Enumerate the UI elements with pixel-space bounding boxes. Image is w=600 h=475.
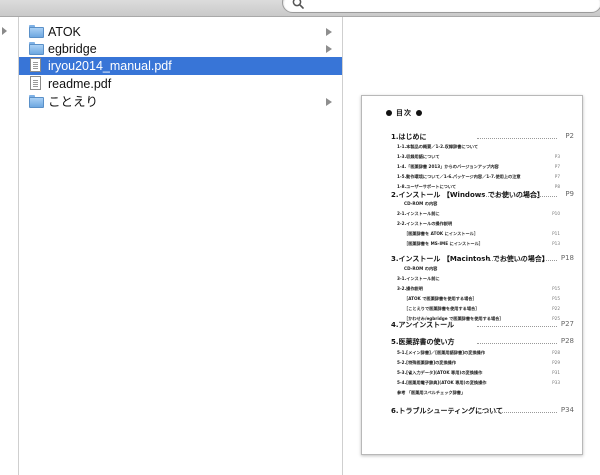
toc-leader <box>477 343 557 344</box>
document-icon <box>30 58 41 72</box>
toc-subsection-page: P11 <box>552 231 560 236</box>
toc-subsection: CD-ROM の内容 <box>404 266 438 271</box>
toc-subsection: 3-2.操作説明 <box>397 286 423 291</box>
toc-subsection: 5-3.[省入力データ](ATOK 専用)の変換操作 <box>397 370 483 375</box>
toc-subsection-page: P22 <box>552 306 560 311</box>
toolbar <box>0 0 600 17</box>
toc-subsection: 5-4.[医薬用電子辞典](ATOK 専用)の変換操作 <box>397 380 487 385</box>
toc-subsection: 1-1.本製品の概要／1-2.収録辞書について <box>397 144 479 149</box>
toc-subsection: 1-4.「医薬辞書 2013」からのバージョンアップ内容 <box>397 164 499 169</box>
preview-pane: 目次 1.はじめに P2 1-1.本製品の概要／1-2.収録辞書について 1-3.収録用… <box>343 17 600 475</box>
toc-section: 5.医薬辞書の使い方 <box>391 338 455 346</box>
document-icon <box>30 76 41 90</box>
toc-leader <box>477 260 557 261</box>
toc-section-page: P28 <box>560 337 574 345</box>
toc-subsection: 5-1.[メイン辞書]／[医薬用語辞書]の変換操作 <box>397 350 486 355</box>
toc-section-page: P34 <box>560 406 574 414</box>
toc-subsection: ［医薬辞書を MS-IME にインストール］ <box>404 241 483 246</box>
toc-subsection: 1-3.収録用語について <box>397 154 440 159</box>
toc-subsection-page: P31 <box>552 370 560 375</box>
toc-title-text: 目次 <box>396 109 412 117</box>
toc-subsection-page: P3 <box>554 154 560 159</box>
file-row[interactable]: readme.pdf <box>19 75 342 93</box>
toc-subsection-page: P15 <box>552 296 560 301</box>
toc-section: 6.トラブルシューティングについて <box>391 407 503 415</box>
search-icon <box>292 0 304 9</box>
toc-subsection-page: P29 <box>552 360 560 365</box>
toc-section: 1.はじめに <box>391 133 427 141</box>
toc-subsection: 3-1.インストール前に <box>397 276 440 281</box>
toc-section-page: P9 <box>565 190 574 198</box>
file-name: readme.pdf <box>48 77 112 91</box>
toc-leader <box>477 412 557 413</box>
bullet-icon <box>416 110 422 116</box>
toc-subsection: 参考 「医薬用スペルチェック辞書」 <box>397 390 466 395</box>
bullet-icon <box>386 110 392 116</box>
toc-subsection-page: P7 <box>554 164 560 169</box>
file-name: ATOK <box>48 25 81 39</box>
search-field[interactable] <box>282 0 600 13</box>
toc-subsection-page: P8 <box>554 184 560 189</box>
file-row[interactable]: ATOK <box>19 23 342 41</box>
file-row[interactable]: egbridge <box>19 40 342 58</box>
toc-subsection-page: P10 <box>552 211 560 216</box>
toc-subsection: ［ことえりで医薬辞書を使用する場合］ <box>404 306 480 311</box>
toc-subsection: 2-1.インストール前に <box>397 211 440 216</box>
toc-leader <box>477 196 557 197</box>
file-list-column[interactable]: ATOK egbridge iryou2014_manual.pdf readme.p… <box>19 17 343 475</box>
toc-leader <box>477 326 557 327</box>
chevron-right-icon <box>326 28 332 36</box>
toc-section-page: P18 <box>560 254 574 262</box>
toc-leader <box>477 138 557 139</box>
toc-subsection-page: P15 <box>552 286 560 291</box>
toc-subsection-page: P13 <box>552 241 560 246</box>
toc-subsection-page: P28 <box>552 350 560 355</box>
toc-section: 2.インストール 【Windows でお使いの場合】 <box>391 191 544 199</box>
toc-subsection: 1-5.動作環境について／1-6.パッケージ内容／1-7.使用上の注意 <box>397 174 521 179</box>
toc-subsection-page: P7 <box>554 174 560 179</box>
file-row[interactable]: ことえり <box>19 93 342 111</box>
file-name: egbridge <box>48 42 97 56</box>
toc-section-page: P27 <box>560 320 574 328</box>
file-name: ことえり <box>48 95 99 109</box>
toc-subsection: CD-ROM の内容 <box>404 201 438 206</box>
chevron-right-icon <box>326 45 332 53</box>
toc-subsection-page: P25 <box>552 316 560 321</box>
toc-section: 3.インストール 【Macintosh でお使いの場合】 <box>391 255 549 263</box>
toc-section-page: P2 <box>565 132 574 140</box>
toc-subsection: 2-2.インストールの操作説明 <box>397 221 453 226</box>
disclosure-arrow-icon <box>2 27 7 35</box>
toc-subsection: ［医薬辞書を ATOK にインストール］ <box>404 231 479 236</box>
toc-subsection: 5-2.[特殊医薬辞書]の変換操作 <box>397 360 457 365</box>
file-name: iryou2014_manual.pdf <box>48 59 172 73</box>
toc-subsection-page: P33 <box>552 380 560 385</box>
chevron-right-icon <box>326 98 332 106</box>
toc-section: 4.アンインストール <box>391 321 455 329</box>
toc-subsection: ［ATOK で医薬辞書を使用する場合］ <box>404 296 477 301</box>
parent-column <box>0 17 19 475</box>
toc-title: 目次 <box>382 108 426 118</box>
pdf-page-preview[interactable]: 目次 1.はじめに P2 1-1.本製品の概要／1-2.収録辞書について 1-3.収録用… <box>361 95 583 455</box>
file-row[interactable]: iryou2014_manual.pdf <box>19 57 342 75</box>
